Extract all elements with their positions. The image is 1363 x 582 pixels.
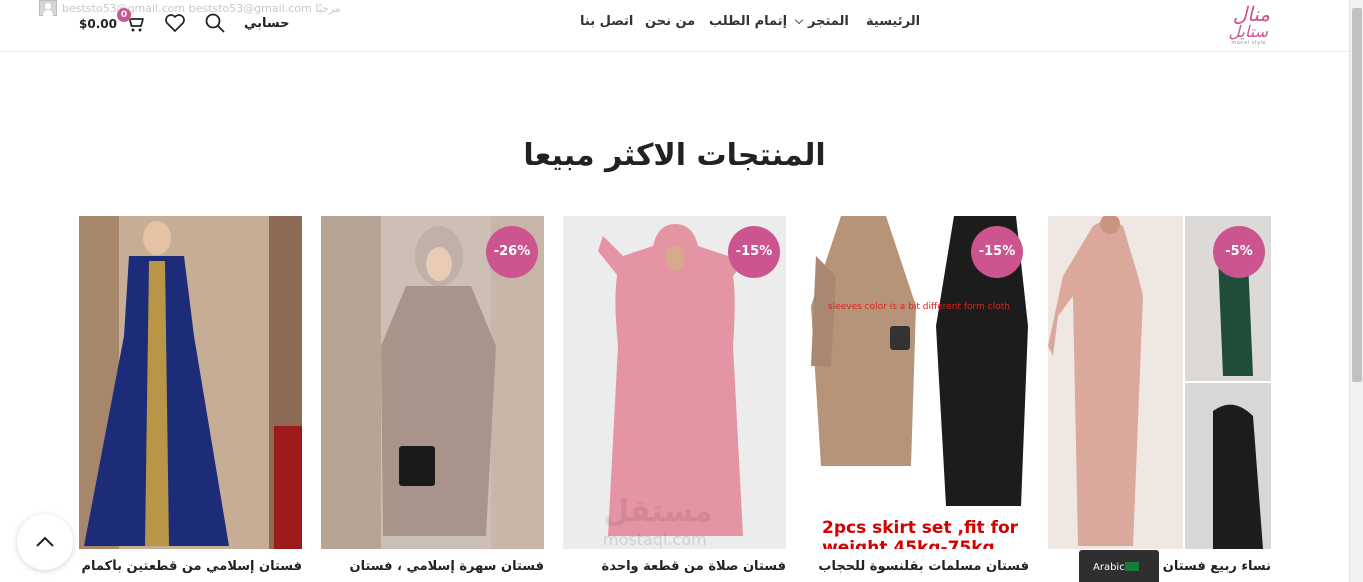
language-switcher[interactable]: Arabic <box>1079 550 1159 582</box>
nav-item-home[interactable]: الرئيسية <box>866 14 920 29</box>
chevron-up-icon <box>36 536 54 547</box>
chevron-down-icon <box>794 15 804 25</box>
watermark: مستقل <box>603 494 713 529</box>
logo-text-2: ستايل <box>1228 22 1268 41</box>
product-card[interactable]: مستقل mostaql.com -15% فستان صلاة من قطع… <box>563 216 786 582</box>
image-caption: sleeves color is a bit different form cl… <box>828 302 1010 312</box>
site-header: منال ستايل manal style الرئيسية المتجر إ… <box>0 0 1349 52</box>
nav-item-contact[interactable]: اتصل بنا <box>580 14 633 29</box>
nav-item-checkout[interactable]: إتمام الطلب <box>709 14 787 29</box>
product-image[interactable]: sleeves color is a bit different form cl… <box>806 216 1029 549</box>
nav-item-shop-label: المتجر <box>808 14 849 29</box>
flag-icon <box>1125 562 1139 571</box>
heart-icon[interactable] <box>164 12 186 34</box>
user-avatar <box>39 0 57 16</box>
product-title[interactable]: فستان مسلمات بقلنسوة للحجاب <box>806 559 1029 574</box>
product-title[interactable]: فستان صلاة من قطعة واحدة <box>563 559 786 574</box>
scrollbar-thumb[interactable] <box>1352 8 1362 382</box>
cart-count-badge: 0 <box>117 8 131 22</box>
back-to-top-button[interactable] <box>17 514 73 570</box>
product-card[interactable]: فستان إسلامي من قطعتين بأكمام <box>79 216 302 582</box>
section-title: المنتجات الاكثر مبيعا <box>523 138 826 173</box>
product-card[interactable]: sleeves color is a bit different form cl… <box>806 216 1029 582</box>
account-link[interactable]: حسابي <box>244 16 290 31</box>
scrollbar[interactable] <box>1349 0 1363 582</box>
product-title[interactable]: فستان إسلامي من قطعتين بأكمام <box>79 559 302 574</box>
watermark-2: mostaql.com <box>603 530 707 549</box>
cart-total[interactable]: $0.00 <box>79 17 117 31</box>
product-image[interactable]: -26% <box>321 216 544 549</box>
product-image[interactable] <box>79 216 302 549</box>
product-image[interactable]: مستقل mostaql.com -15% <box>563 216 786 549</box>
image-caption-2: 2pcs skirt set ,fit for <box>822 518 1019 538</box>
product-card[interactable]: -5% نساء ربيع فستان مسلم <box>1048 216 1271 582</box>
nav-item-shop[interactable]: المتجر <box>808 14 849 29</box>
user-email: beststo53@gmail.com beststo53@gmail.com … <box>62 2 341 15</box>
discount-badge: -15% <box>728 226 780 278</box>
product-image[interactable]: -5% <box>1048 216 1271 549</box>
discount-badge: -15% <box>971 226 1023 278</box>
nav-item-about[interactable]: من نحن <box>645 14 695 29</box>
language-label: Arabic <box>1093 562 1125 573</box>
discount-badge: -5% <box>1213 226 1265 278</box>
product-card[interactable]: -26% فستان سهرة إسلامي ، فستان <box>321 216 544 582</box>
site-logo[interactable]: منال ستايل manal style <box>1212 2 1272 46</box>
product-title[interactable]: فستان سهرة إسلامي ، فستان <box>321 559 544 574</box>
discount-badge: -26% <box>486 226 538 278</box>
image-caption-3: weight 45kg-75kg <box>822 538 995 549</box>
search-icon[interactable] <box>204 12 226 34</box>
logo-subtext: manal style <box>1231 40 1266 46</box>
